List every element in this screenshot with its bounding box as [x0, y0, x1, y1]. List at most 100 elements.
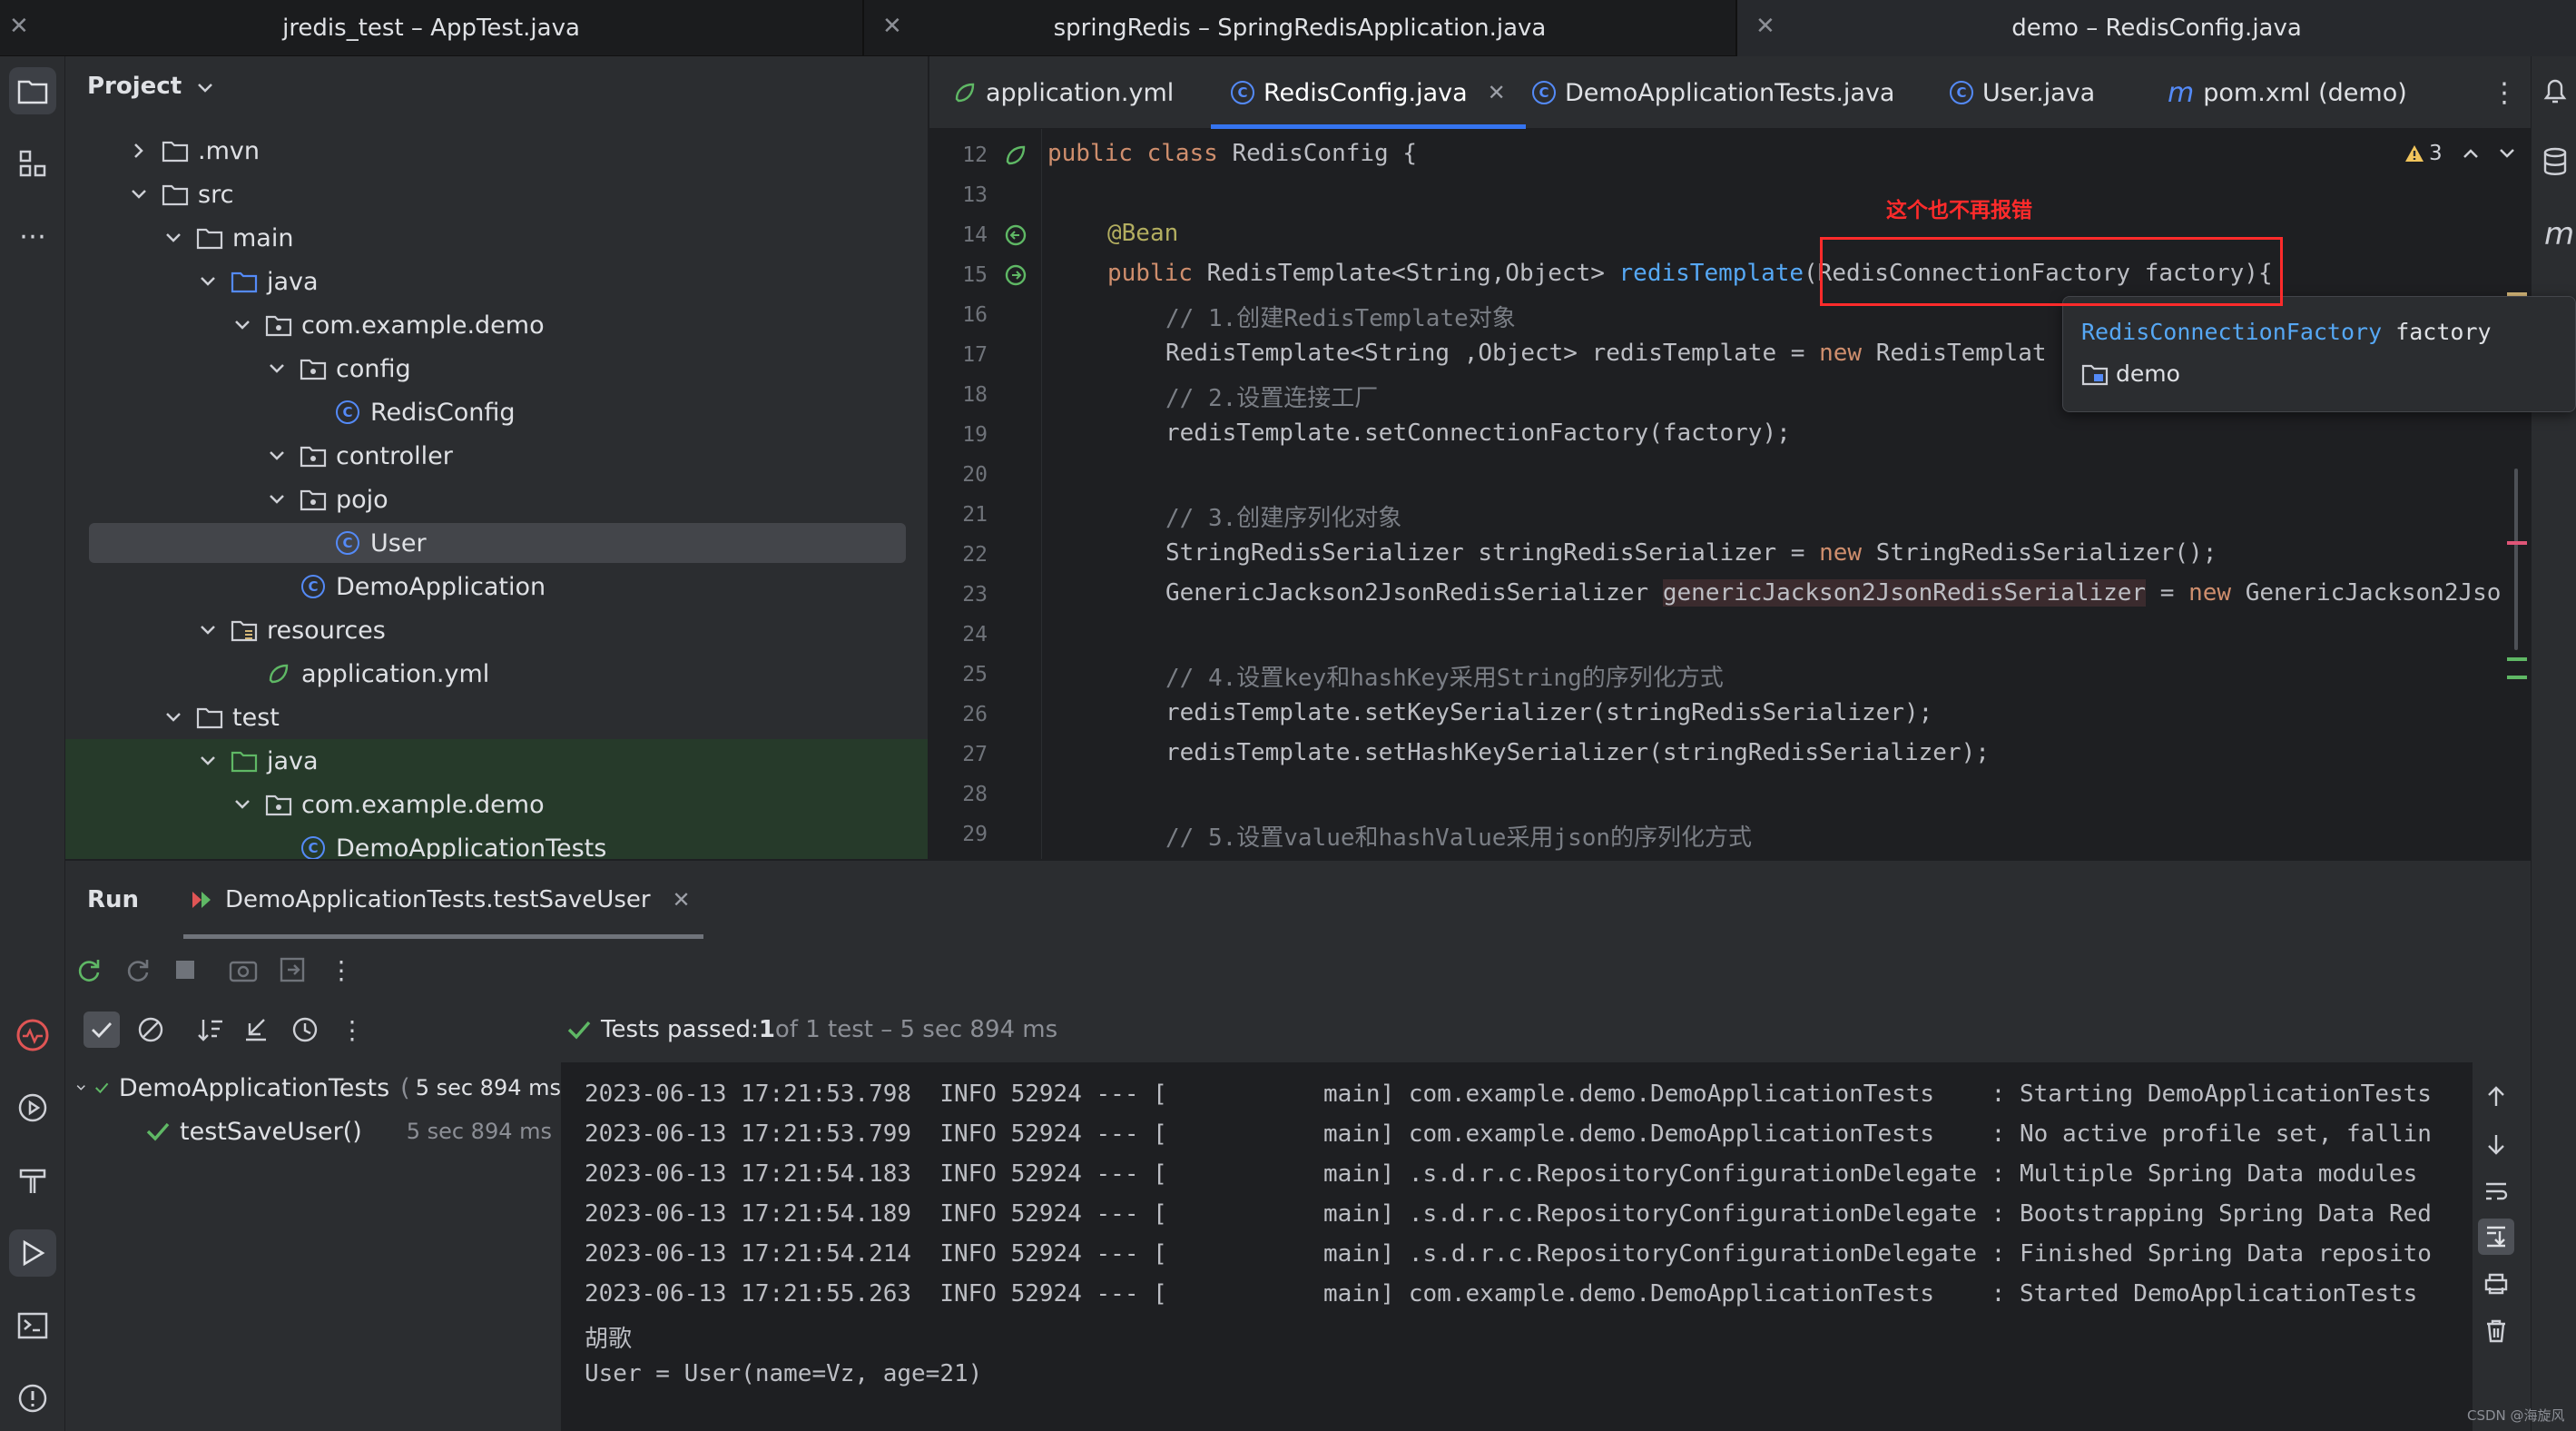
close-icon[interactable]: ✕: [1755, 13, 1775, 40]
build-icon[interactable]: [9, 1157, 56, 1204]
soft-wrap-icon[interactable]: [2478, 1173, 2514, 1209]
tab-application-yml[interactable]: application.yml: [951, 56, 1174, 129]
tree-item-label: java: [267, 267, 319, 296]
popup-module: demo: [2081, 360, 2180, 387]
tree-item-config[interactable]: config: [65, 347, 928, 390]
project-panel-header[interactable]: Project: [87, 73, 213, 100]
chevron-down-icon[interactable]: [129, 184, 149, 204]
window-tab-jredis[interactable]: ✕ jredis_test – AppTest.java: [0, 0, 862, 56]
tab-pom-xml[interactable]: m pom.xml (demo): [2168, 56, 2407, 129]
class-icon: C: [1950, 81, 1973, 104]
code-token: new: [1819, 539, 1876, 567]
chevron-down-icon[interactable]: [76, 1082, 85, 1093]
tree-item-mvn[interactable]: .mvn: [65, 129, 928, 173]
tree-item-test-package[interactable]: com.example.demo: [65, 783, 928, 826]
spring-config-icon: [955, 83, 975, 103]
tree-item-src[interactable]: src: [65, 173, 928, 216]
tree-item-main[interactable]: main: [65, 216, 928, 260]
collapse-icon[interactable]: [238, 1012, 274, 1048]
tree-item-demoapplication[interactable]: C DemoApplication: [65, 565, 928, 608]
terminal-icon[interactable]: [9, 1302, 56, 1349]
chevron-down-icon[interactable]: [198, 751, 218, 771]
arrow-down-icon[interactable]: [2478, 1126, 2514, 1162]
selection-highlight: [89, 523, 906, 563]
chevron-down-icon[interactable]: [267, 446, 287, 466]
close-icon[interactable]: ✕: [9, 13, 29, 40]
notifications-icon[interactable]: [2542, 76, 2568, 112]
bean-navigation-icon[interactable]: [1002, 222, 1029, 249]
folder-icon[interactable]: [9, 67, 56, 114]
chevron-down-icon[interactable]: [163, 228, 183, 248]
tab-redisconfig-java[interactable]: C RedisConfig.java ✕: [1211, 56, 1526, 129]
tree-item-resources[interactable]: resources: [65, 608, 928, 652]
profiler-icon[interactable]: [9, 1012, 56, 1059]
tab-run-config[interactable]: DemoApplicationTests.testSaveUser ✕: [183, 861, 703, 939]
tree-item-test-java[interactable]: java: [65, 739, 928, 783]
status-detail: of 1 test – 5 sec 894 ms: [774, 1016, 1058, 1043]
tab-user-java[interactable]: C User.java: [1950, 56, 2095, 129]
maven-icon[interactable]: m: [2544, 216, 2574, 252]
folder-icon: [196, 704, 223, 731]
camera-icon[interactable]: [225, 952, 261, 988]
watermark: CSDN @海旋风: [2467, 1407, 2565, 1424]
sort-icon[interactable]: [192, 1012, 229, 1048]
chevron-right-icon[interactable]: [129, 141, 149, 161]
chevron-down-icon[interactable]: [198, 271, 218, 291]
editor-scrollbar[interactable]: [2511, 142, 2523, 832]
more-tabs-icon[interactable]: ⋮: [2491, 56, 2518, 129]
more-icon[interactable]: ⋮: [334, 1012, 370, 1048]
tree-item-test[interactable]: test: [65, 696, 928, 739]
trash-icon[interactable]: [2478, 1313, 2514, 1349]
database-icon[interactable]: [2542, 147, 2568, 183]
tree-item-label: .mvn: [198, 136, 260, 165]
structure-icon[interactable]: [9, 140, 56, 187]
chevron-down-icon[interactable]: [267, 489, 287, 509]
stop-icon[interactable]: [167, 952, 203, 988]
chevron-down-icon[interactable]: [267, 359, 287, 379]
more-icon[interactable]: ⋮: [323, 952, 359, 988]
console-output[interactable]: 2023-06-13 17:21:53.798 INFO 52924 --- […: [561, 1062, 2473, 1431]
test-row-class[interactable]: DemoApplicationTests ( 5 sec 894 ms: [65, 1066, 561, 1110]
chevron-down-icon[interactable]: [163, 707, 183, 727]
print-icon[interactable]: [2478, 1266, 2514, 1302]
close-icon[interactable]: ✕: [1488, 80, 1506, 105]
history-icon[interactable]: [287, 1012, 323, 1048]
code-token: public class: [1047, 140, 1233, 167]
close-icon[interactable]: ✕: [882, 13, 902, 40]
exit-icon[interactable]: [274, 952, 310, 988]
chevron-down-icon[interactable]: [198, 620, 218, 640]
chevron-down-icon[interactable]: [232, 794, 252, 814]
test-status: Tests passed: 1 of 1 test – 5 sec 894 ms: [566, 1010, 1057, 1050]
rerun-failed-icon[interactable]: [120, 952, 156, 988]
arrow-up-icon[interactable]: [2478, 1079, 2514, 1115]
bean-navigation-icon[interactable]: [1002, 262, 1029, 289]
more-icon[interactable]: ⋯: [9, 212, 56, 260]
class-icon: C: [334, 529, 361, 557]
tree-item-controller[interactable]: controller: [65, 434, 928, 478]
chevron-down-icon[interactable]: [232, 315, 252, 335]
tree-item-package[interactable]: com.example.demo: [65, 303, 928, 347]
close-icon[interactable]: ✕: [673, 887, 691, 913]
status-count: 1: [758, 1016, 775, 1043]
window-tab-springredis[interactable]: ✕ springRedis – SpringRedisApplication.j…: [864, 0, 1735, 56]
services-icon[interactable]: [9, 1084, 56, 1131]
tree-item-application-yml[interactable]: application.yml: [65, 652, 928, 696]
rerun-icon[interactable]: [71, 952, 107, 988]
test-row-method[interactable]: testSaveUser() 5 sec 894 ms: [65, 1110, 561, 1153]
spring-bean-icon[interactable]: [1002, 142, 1029, 169]
tab-demoapplicationtests-java[interactable]: C DemoApplicationTests.java: [1532, 56, 1894, 129]
problems-icon[interactable]: [9, 1375, 56, 1422]
popup-module-name: demo: [2116, 360, 2180, 387]
code-line-23: GenericJackson2JsonRedisSerializer gener…: [1165, 579, 2501, 607]
tree-item-user[interactable]: C User: [65, 521, 928, 565]
show-passed-icon[interactable]: [84, 1012, 120, 1048]
tree-item-java[interactable]: java: [65, 260, 928, 303]
show-ignored-icon[interactable]: [133, 1012, 169, 1048]
run-icon[interactable]: [9, 1229, 56, 1277]
window-tab-demo[interactable]: ✕ demo – RedisConfig.java: [1737, 0, 2576, 56]
tree-item-pojo[interactable]: pojo: [65, 478, 928, 521]
tree-item-demoapplicationtests[interactable]: C DemoApplicationTests: [65, 826, 928, 859]
scroll-to-end-icon[interactable]: [2478, 1219, 2514, 1255]
change-marker: [2507, 676, 2527, 679]
tree-item-redisconfig[interactable]: C RedisConfig: [65, 390, 928, 434]
